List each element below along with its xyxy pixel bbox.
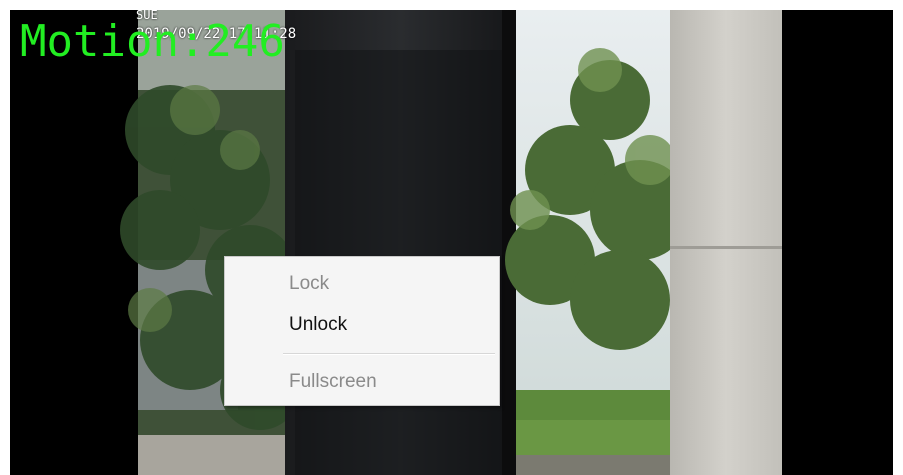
menu-item-unlock[interactable]: Unlock: [283, 308, 493, 342]
motion-counter: Motion:246: [20, 16, 285, 67]
menu-gutter: [225, 257, 281, 405]
menu-item-lock[interactable]: Lock: [283, 267, 493, 301]
menu-separator: [283, 353, 495, 355]
menu-item-fullscreen[interactable]: Fullscreen: [283, 365, 493, 399]
context-menu: Lock Unlock Fullscreen: [224, 256, 500, 406]
